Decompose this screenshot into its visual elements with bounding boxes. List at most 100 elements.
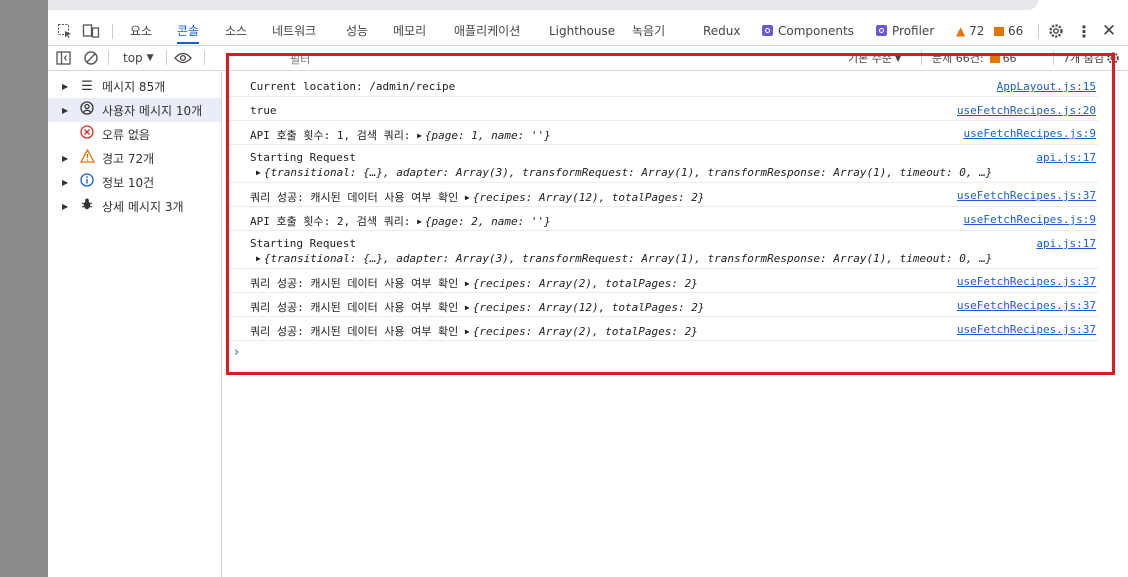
console-prompt-input[interactable]: › — [234, 345, 239, 360]
object-preview[interactable]: {page: 2, name: ''} — [425, 215, 551, 228]
warning-icon — [78, 148, 96, 167]
expand-object-icon[interactable]: ▶ — [465, 303, 470, 312]
issues-label: 문제 66건: — [932, 52, 984, 65]
default-levels-dropdown[interactable]: 기본 수준 ▼ — [848, 48, 901, 68]
sidebar-toggle-icon[interactable] — [56, 48, 72, 68]
sidebar-item-label: 오류 없음 — [102, 127, 150, 142]
source-link[interactable]: useFetchRecipes.js:37 — [957, 299, 1096, 312]
console-message: true — [250, 104, 277, 117]
object-preview[interactable]: {recipes: Array(2), totalPages: 2} — [473, 277, 698, 290]
divider — [204, 50, 205, 65]
object-preview[interactable]: {recipes: Array(2), totalPages: 2} — [473, 325, 698, 338]
sidebar-item-label: 상세 메시지 3개 — [102, 199, 184, 214]
context-selector[interactable]: top ▼ — [123, 48, 154, 68]
issue-count: 66 — [1008, 24, 1024, 38]
sidebar-item-verbose[interactable]: ▶ 상세 메시지 3개 — [48, 194, 221, 218]
console-message: Starting Request — [250, 151, 356, 164]
console-message: Starting Request — [250, 237, 356, 250]
source-link[interactable]: useFetchRecipes.js:20 — [957, 104, 1096, 117]
message-text: 쿼리 성공: 캐시된 데이터 사용 여부 확인 — [250, 325, 465, 338]
expand-object-icon[interactable]: ▶ — [417, 217, 422, 226]
sidebar-item-info[interactable]: ▶ 정보 10건 — [48, 170, 221, 194]
expand-object-icon[interactable]: ▶ — [465, 327, 470, 336]
message-text: 쿼리 성공: 캐시된 데이터 사용 여부 확인 — [250, 277, 465, 290]
expand-arrow-icon: ▶ — [62, 153, 69, 163]
console-message: 쿼리 성공: 캐시된 데이터 사용 여부 확인 ▶ {recipes: Array… — [250, 299, 705, 315]
tab-redux[interactable]: Redux — [703, 18, 741, 44]
react-profiler-icon — [876, 25, 887, 36]
default-levels-label: 기본 수준 — [848, 52, 892, 65]
object-preview[interactable]: {page: 1, name: ''} — [425, 129, 551, 142]
source-link[interactable]: useFetchRecipes.js:37 — [957, 189, 1096, 202]
expand-arrow-icon: ▶ — [62, 177, 69, 187]
console-object-line: ▶ {transitional: {…}, adapter: Array(3), … — [256, 166, 992, 179]
expand-object-icon[interactable]: ▶ — [465, 279, 470, 288]
sidebar-item-errors[interactable]: 오류 없음 — [48, 122, 221, 146]
console-settings-gear-icon[interactable] — [1106, 48, 1120, 68]
tab-elements[interactable]: 요소 — [130, 18, 152, 44]
source-link[interactable]: useFetchRecipes.js:9 — [964, 213, 1096, 226]
expand-object-icon[interactable]: ▶ — [256, 254, 261, 263]
issues-link[interactable]: 문제 66건: 66 — [932, 48, 1017, 68]
filter-input[interactable] — [288, 50, 852, 68]
warning-counter[interactable]: ▲ 72 66 — [956, 18, 1023, 44]
source-link[interactable]: AppLayout.js:15 — [997, 80, 1096, 93]
settings-gear-icon[interactable] — [1045, 21, 1067, 41]
inspect-element-icon[interactable] — [54, 21, 76, 41]
expand-object-icon[interactable]: ▶ — [417, 131, 422, 140]
tab-recorder[interactable]: 녹음기 — [632, 18, 665, 44]
top-scroll-bar[interactable] — [48, 0, 1038, 10]
console-object-line: ▶ {transitional: {…}, adapter: Array(3), … — [256, 252, 992, 265]
tab-sources[interactable]: 소스 — [225, 18, 247, 44]
expand-object-icon[interactable]: ▶ — [465, 193, 470, 202]
tab-components[interactable]: Components — [762, 18, 854, 44]
console-message: Current location: /admin/recipe — [250, 80, 456, 93]
expand-arrow-icon: ▶ — [62, 105, 69, 115]
device-toolbar-icon[interactable] — [80, 21, 102, 41]
divider — [921, 50, 922, 65]
clear-console-icon[interactable] — [83, 48, 99, 68]
tab-profiler[interactable]: Profiler — [876, 18, 934, 44]
sidebar-item-user-messages[interactable]: ▶ 사용자 메시지 10개 — [48, 98, 221, 122]
console-row: Current location: /admin/recipe AppLayou… — [226, 73, 1098, 97]
info-icon — [78, 173, 96, 191]
source-link[interactable]: useFetchRecipes.js:37 — [957, 275, 1096, 288]
bug-icon — [78, 197, 96, 215]
divider — [112, 24, 113, 39]
message-text: API 호출 횟수: 1, 검색 쿼리: — [250, 129, 418, 142]
issue-flag-icon — [994, 27, 1005, 36]
issue-flag-icon — [989, 53, 1000, 63]
console-row: true useFetchRecipes.js:20 — [226, 97, 1098, 121]
console-sidebar: ▶ ☰ 메시지 85개 ▶ 사용자 메시지 10개 오류 없음 ▶ 경고 72개… — [48, 71, 222, 577]
expand-arrow-icon: ▶ — [62, 81, 69, 91]
object-preview[interactable]: {transitional: {…}, adapter: Array(3), t… — [264, 252, 992, 265]
sidebar-item-messages[interactable]: ▶ ☰ 메시지 85개 — [48, 74, 221, 98]
tab-application[interactable]: 애플리케이션 — [454, 18, 520, 44]
object-preview[interactable]: {recipes: Array(12), totalPages: 2} — [473, 301, 705, 314]
expand-arrow-icon: ▶ — [62, 201, 69, 211]
tab-lighthouse[interactable]: Lighthouse — [549, 18, 615, 44]
object-preview[interactable]: {transitional: {…}, adapter: Array(3), t… — [264, 166, 992, 179]
sidebar-item-warnings[interactable]: ▶ 경고 72개 — [48, 146, 221, 170]
console-row: API 호출 횟수: 1, 검색 쿼리: ▶ {page: 1, name: ''… — [226, 120, 1098, 145]
tab-profiler-label: Profiler — [892, 24, 935, 38]
divider — [1053, 50, 1054, 65]
source-link[interactable]: useFetchRecipes.js:37 — [957, 323, 1096, 336]
source-link[interactable]: api.js:17 — [1036, 151, 1096, 164]
tab-console[interactable]: 콘솔 — [177, 18, 200, 44]
tab-network[interactable]: 네트워크 — [272, 18, 316, 44]
live-expression-eye-icon[interactable] — [174, 48, 192, 68]
tab-performance[interactable]: 성능 — [346, 18, 368, 44]
close-icon[interactable]: ✕ — [1098, 21, 1120, 41]
message-text: 쿼리 성공: 캐시된 데이터 사용 여부 확인 — [250, 191, 465, 204]
more-options-icon[interactable]: ⋮ — [1073, 21, 1095, 41]
tab-memory[interactable]: 메모리 — [393, 18, 426, 44]
issues-count: 66 — [1002, 51, 1017, 65]
console-message: 쿼리 성공: 캐시된 데이터 사용 여부 확인 ▶ {recipes: Array… — [250, 189, 705, 205]
expand-object-icon[interactable]: ▶ — [256, 168, 261, 177]
source-link[interactable]: api.js:17 — [1036, 237, 1096, 250]
object-preview[interactable]: {recipes: Array(12), totalPages: 2} — [473, 191, 705, 204]
sidebar-item-label: 경고 72개 — [102, 151, 155, 166]
sidebar-item-label: 정보 10건 — [102, 175, 155, 190]
source-link[interactable]: useFetchRecipes.js:9 — [964, 127, 1096, 140]
